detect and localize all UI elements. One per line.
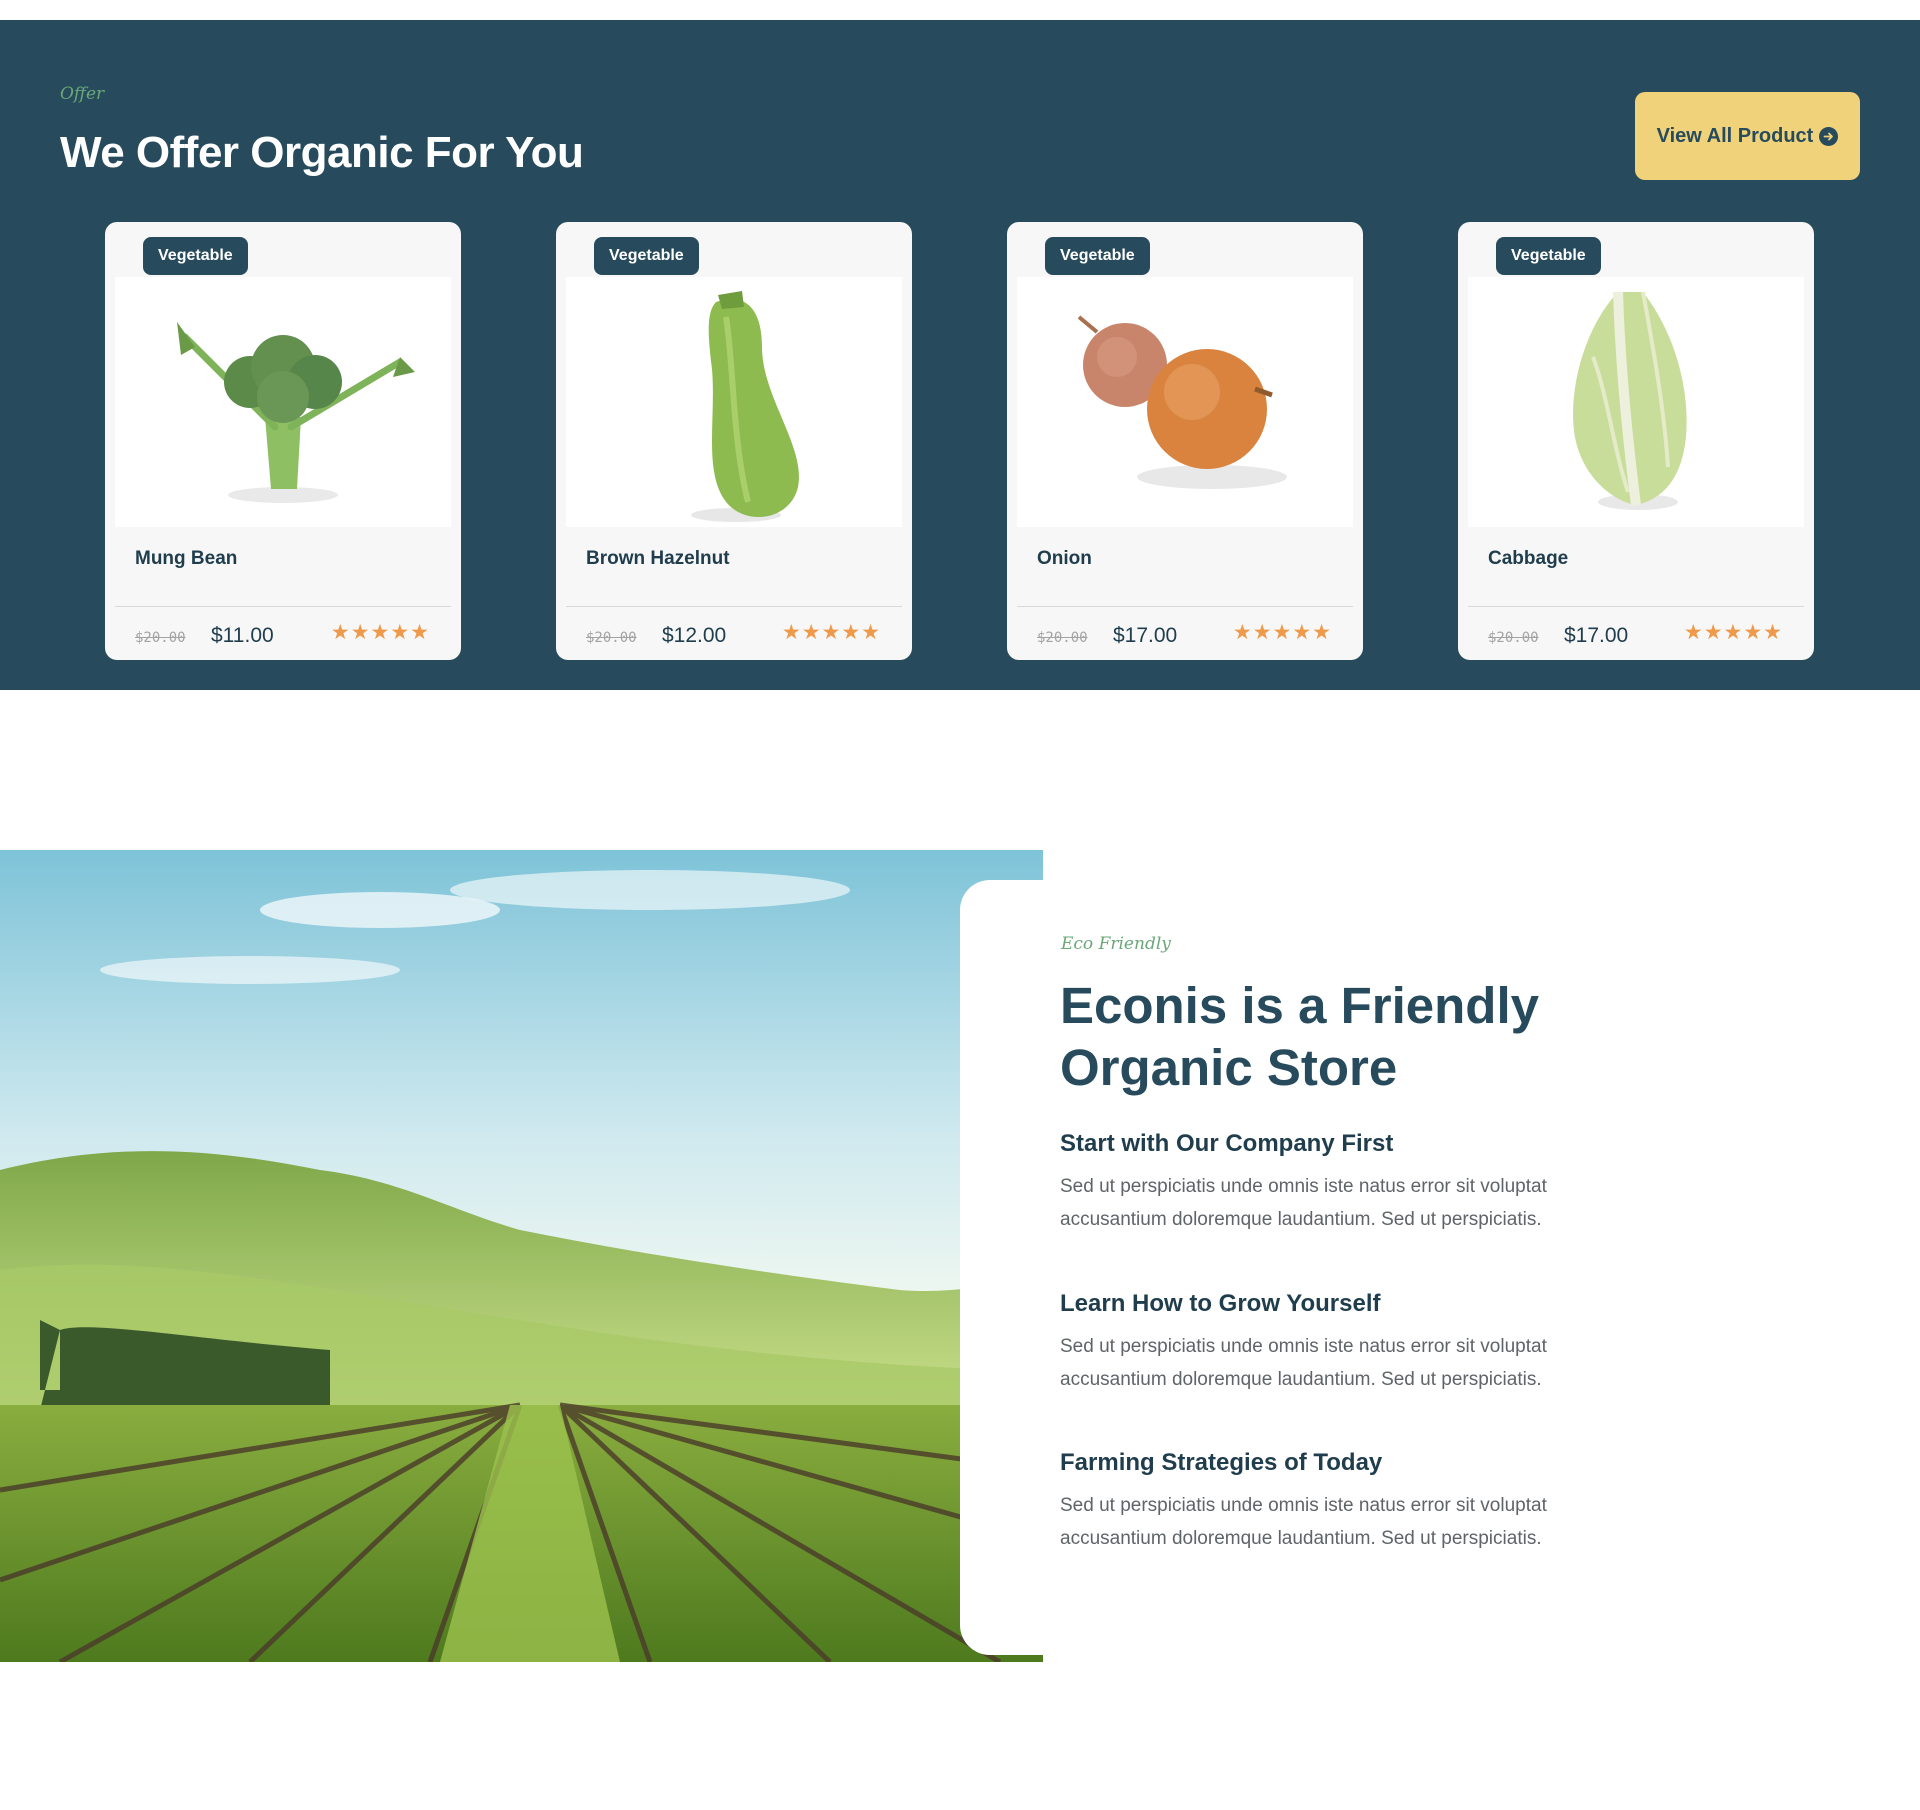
- arrow-right-circle-icon: [1819, 126, 1839, 146]
- star-icon: ★: [330, 621, 350, 644]
- old-price: $20.00: [586, 630, 637, 646]
- product-card[interactable]: Vegetable Mung Bean $20.00 $11.00 ★ ★ ★ ★ ★: [105, 222, 461, 660]
- section-tag: Offer: [60, 84, 105, 104]
- star-icon: ★: [801, 621, 821, 644]
- feature-title: Start with Our Company First: [1060, 1130, 1394, 1157]
- product-card[interactable]: Vegetable Onion $20.00 $17.00 ★ ★ ★ ★ ★: [1007, 222, 1363, 660]
- star-icon: ★: [821, 621, 841, 644]
- star-icon: ★: [1683, 621, 1703, 644]
- star-icon: ★: [861, 621, 880, 644]
- category-badge: Vegetable: [1496, 237, 1601, 275]
- star-icon: ★: [1312, 621, 1331, 644]
- star-icon: ★: [410, 621, 429, 644]
- star-icon: ★: [1723, 621, 1743, 644]
- star-icon: ★: [370, 621, 390, 644]
- section-tag: Eco Friendly: [1061, 934, 1171, 954]
- card-divider: [115, 606, 451, 607]
- feature-text: Sed ut perspiciatis unde omnis iste natu…: [1060, 1495, 1547, 1549]
- old-price: $20.00: [1037, 630, 1088, 646]
- product-name: Brown Hazelnut: [586, 548, 730, 569]
- product-card[interactable]: Vegetable Brown Hazelnut $20.00 $12.00 ★…: [556, 222, 912, 660]
- old-price: $20.00: [1488, 630, 1539, 646]
- content-panel: [960, 880, 1070, 1655]
- feature-title: Learn How to Grow Yourself: [1060, 1290, 1381, 1317]
- feature-text: Sed ut perspiciatis unde omnis iste natu…: [1060, 1336, 1547, 1390]
- old-price: $20.00: [135, 630, 186, 646]
- rating-stars: ★ ★ ★ ★ ★: [1233, 622, 1331, 643]
- star-icon: ★: [1232, 621, 1252, 644]
- star-icon: ★: [350, 621, 370, 644]
- about-title: Econis is a Friendly Organic Store: [1060, 977, 1539, 1096]
- category-badge: Vegetable: [1045, 237, 1150, 275]
- feature-text: Sed ut perspiciatis unde omnis iste natu…: [1060, 1176, 1547, 1230]
- product-card[interactable]: Vegetable Cabbage $20.00 $17.00 ★ ★ ★ ★ ★: [1458, 222, 1814, 660]
- product-name: Mung Bean: [135, 548, 238, 569]
- onion-image: [1017, 277, 1353, 527]
- category-badge: Vegetable: [594, 237, 699, 275]
- card-divider: [1468, 606, 1804, 607]
- price: $17.00: [1564, 624, 1629, 647]
- star-icon: ★: [390, 621, 410, 644]
- star-icon: ★: [1703, 621, 1723, 644]
- star-icon: ★: [781, 621, 801, 644]
- view-all-product-button[interactable]: View All Product: [1635, 92, 1860, 180]
- star-icon: ★: [1272, 621, 1292, 644]
- product-name: Onion: [1037, 548, 1092, 569]
- price: $17.00: [1113, 624, 1178, 647]
- feature-title: Farming Strategies of Today: [1060, 1449, 1383, 1476]
- farm-field-image: [0, 850, 1043, 1662]
- star-icon: ★: [1292, 621, 1312, 644]
- broccoli-image: [115, 277, 451, 527]
- card-divider: [1017, 606, 1353, 607]
- product-name: Cabbage: [1488, 548, 1569, 569]
- price: $11.00: [211, 624, 274, 647]
- card-divider: [566, 606, 902, 607]
- star-icon: ★: [1743, 621, 1763, 644]
- star-icon: ★: [1252, 621, 1272, 644]
- view-all-product-label: View All Product: [1656, 124, 1814, 147]
- star-icon: ★: [841, 621, 861, 644]
- offer-section: Offer We Offer Organic For You View All …: [0, 20, 1920, 690]
- price: $12.00: [662, 624, 727, 647]
- zucchini-image: [566, 277, 902, 527]
- star-icon: ★: [1763, 621, 1782, 644]
- category-badge: Vegetable: [143, 237, 248, 275]
- cabbage-image: [1468, 277, 1804, 527]
- rating-stars: ★ ★ ★ ★ ★: [782, 622, 880, 643]
- section-title: We Offer Organic For You: [60, 128, 584, 177]
- rating-stars: ★ ★ ★ ★ ★: [331, 622, 429, 643]
- rating-stars: ★ ★ ★ ★ ★: [1684, 622, 1782, 643]
